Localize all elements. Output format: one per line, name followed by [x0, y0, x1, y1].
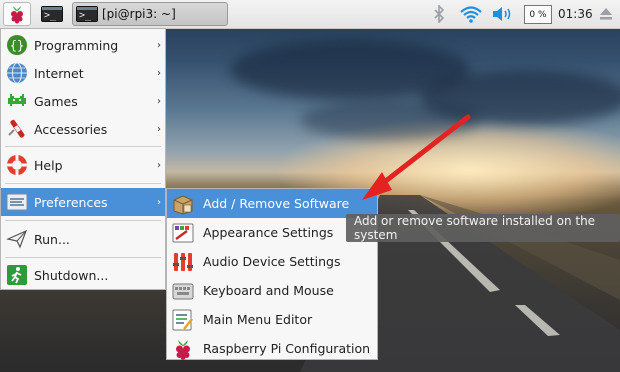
menu-separator [5, 183, 161, 184]
main-menu: {} Programming › Internet › Games › Acce… [0, 28, 166, 290]
chevron-right-icon: › [157, 67, 161, 79]
taskbar: >_ >_ [pi@rpi3: ~] 0 % 01:36 [0, 0, 620, 29]
menu-item-run[interactable]: Run... [1, 225, 165, 253]
chevron-right-icon: › [157, 159, 161, 171]
help-icon [7, 155, 27, 175]
cpu-usage-monitor[interactable]: 0 % [524, 5, 552, 24]
menu-editor-icon [172, 309, 193, 330]
submenu-item-raspberry-pi-configuration[interactable]: Raspberry Pi Configuration [167, 334, 377, 363]
svg-text:{}: {} [10, 39, 24, 53]
audio-settings-icon [173, 252, 193, 271]
menu-separator [5, 257, 161, 258]
chevron-right-icon: › [157, 196, 161, 208]
terminal-icon: >_ [41, 6, 63, 22]
chevron-right-icon: › [157, 95, 161, 107]
globe-icon [7, 62, 27, 84]
wifi-icon[interactable] [459, 4, 483, 24]
preferences-icon [6, 193, 28, 211]
accessories-icon [8, 119, 25, 138]
package-icon [173, 194, 193, 215]
programming-icon: {} [7, 35, 27, 55]
taskbar-window-label: [pi@rpi3: ~] [102, 7, 176, 21]
appearance-icon [172, 223, 194, 242]
chevron-right-icon: › [157, 39, 161, 51]
shutdown-icon [7, 265, 27, 285]
raspberry-icon [11, 6, 23, 24]
menu-item-preferences[interactable]: Preferences › [1, 188, 165, 216]
menu-item-help[interactable]: Help › [1, 151, 165, 179]
menu-item-games[interactable]: Games › [1, 87, 165, 115]
menu-separator [5, 146, 161, 147]
taskbar-window-button[interactable]: >_ [pi@rpi3: ~] [72, 2, 228, 26]
submenu-item-keyboard-and-mouse[interactable]: Keyboard and Mouse [167, 276, 377, 305]
submenu-item-main-menu-editor[interactable]: Main Menu Editor [167, 305, 377, 334]
eject-icon[interactable] [598, 4, 614, 24]
run-icon [6, 229, 28, 249]
bluetooth-icon[interactable] [432, 4, 446, 24]
chevron-right-icon: › [157, 123, 161, 135]
volume-icon[interactable] [490, 4, 514, 24]
games-icon [8, 94, 26, 106]
clock[interactable]: 01:36 [558, 7, 593, 21]
main-menu-button[interactable] [3, 2, 31, 26]
menu-separator [5, 220, 161, 221]
submenu-item-add-remove-software[interactable]: Add / Remove Software [167, 189, 377, 218]
menu-item-accessories[interactable]: Accessories › [1, 115, 165, 143]
raspberry-icon [176, 339, 190, 360]
terminal-icon: >_ [76, 6, 98, 22]
tooltip: Add or remove software installed on the … [346, 214, 620, 242]
submenu-item-audio-device-settings[interactable]: Audio Device Settings [167, 247, 377, 276]
menu-item-shutdown[interactable]: Shutdown... [1, 261, 165, 289]
terminal-launcher-button[interactable]: >_ [38, 2, 66, 26]
keyboard-mouse-icon [172, 283, 194, 299]
menu-item-programming[interactable]: {} Programming › [1, 31, 165, 59]
menu-item-internet[interactable]: Internet › [1, 59, 165, 87]
